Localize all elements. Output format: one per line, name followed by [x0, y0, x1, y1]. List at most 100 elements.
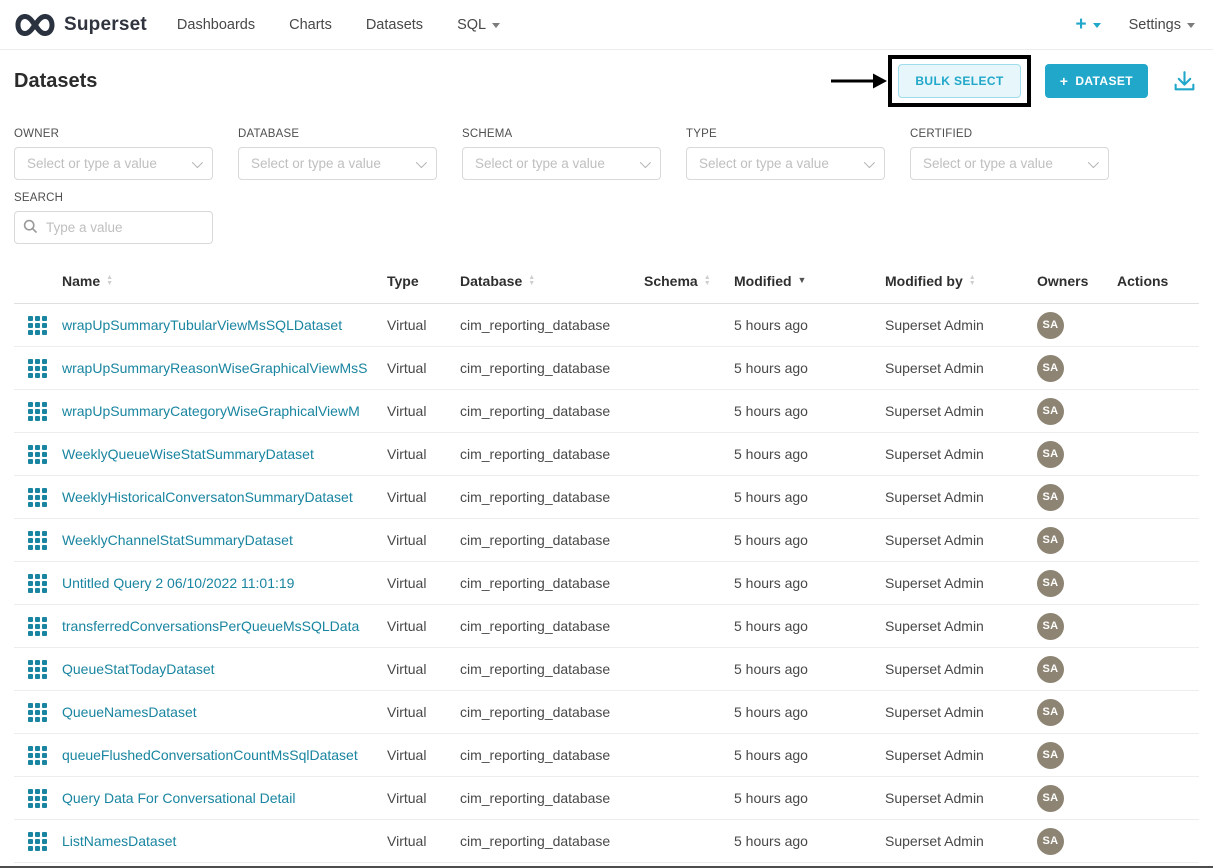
modified-by-cell: Superset Admin	[885, 489, 1037, 505]
filter-select-schema[interactable]: Select or type a value	[462, 147, 661, 180]
owner-avatar: SA	[1037, 527, 1064, 554]
dataset-name-link[interactable]: WeeklyHistoricalConversatonSummaryDatase…	[62, 489, 387, 505]
nav-item-datasets[interactable]: Datasets	[366, 17, 423, 33]
modified-cell: 5 hours ago	[734, 790, 885, 806]
sort-icon: ▲▼	[106, 275, 113, 287]
dataset-name-link[interactable]: queueFlushedConversationCountMsSqlDatase…	[62, 747, 387, 763]
col-header-label: Schema	[644, 273, 698, 289]
dataset-grid-icon	[14, 316, 62, 335]
modified-by-cell: Superset Admin	[885, 403, 1037, 419]
modified-by-cell: Superset Admin	[885, 704, 1037, 720]
sort-icon: ▲▼	[528, 275, 535, 287]
dataset-name-link[interactable]: WeeklyQueueWiseStatSummaryDataset	[62, 446, 387, 462]
chevron-down-icon	[416, 156, 427, 167]
superset-logo[interactable]: Superset	[14, 12, 147, 38]
modified-by-cell: Superset Admin	[885, 575, 1037, 591]
nav-item-dashboards[interactable]: Dashboards	[177, 17, 255, 33]
dataset-grid-icon	[14, 617, 62, 636]
datasets-table: Name▲▼Type Database▲▼Schema ▲▼ Modified▼Mod…	[14, 258, 1199, 863]
dataset-name-link[interactable]: wrapUpSummaryTubularViewMsSQLDataset	[62, 317, 387, 333]
database-cell: cim_reporting_database	[460, 575, 644, 591]
settings-menu-button[interactable]: Settings	[1129, 17, 1195, 33]
dataset-grid-icon	[14, 531, 62, 550]
dataset-grid-icon	[14, 789, 62, 808]
dataset-name-link[interactable]: transferredConversationsPerQueueMsSQLDat…	[62, 618, 387, 634]
database-cell: cim_reporting_database	[460, 403, 644, 419]
type-cell: Virtual	[387, 360, 460, 376]
table-row: transferredConversationsPerQueueMsSQLDat…	[14, 605, 1199, 648]
sort-icon: ▲▼	[704, 275, 711, 287]
filter-select-owner[interactable]: Select or type a value	[14, 147, 213, 180]
dataset-name-link[interactable]: QueueStatTodayDataset	[62, 661, 387, 677]
export-datasets-button[interactable]	[1172, 69, 1197, 94]
modified-by-cell: Superset Admin	[885, 618, 1037, 634]
table-row: QueueStatTodayDatasetVirtualcim_reportin…	[14, 648, 1199, 691]
name-cell: Untitled Query 2 06/10/2022 11:01:19	[62, 575, 387, 591]
col-header-name[interactable]: Name▲▼	[62, 273, 387, 289]
col-header-label: Type	[387, 273, 419, 289]
database-cell: cim_reporting_database	[460, 532, 644, 548]
owners-cell: SA	[1037, 570, 1117, 597]
chevron-down-icon	[1187, 23, 1195, 28]
filter-label: DATABASE	[238, 128, 437, 140]
owners-cell: SA	[1037, 484, 1117, 511]
table-row: wrapUpSummaryCategoryWiseGraphicalViewMV…	[14, 390, 1199, 433]
database-cell: cim_reporting_database	[460, 618, 644, 634]
dataset-name-link[interactable]: wrapUpSummaryCategoryWiseGraphicalViewM	[62, 403, 387, 419]
search-input[interactable]	[14, 211, 213, 244]
name-cell: wrapUpSummaryCategoryWiseGraphicalViewM	[62, 403, 387, 419]
new-menu-button[interactable]: +	[1075, 14, 1100, 36]
owner-avatar: SA	[1037, 656, 1064, 683]
select-placeholder: Select or type a value	[475, 156, 605, 171]
filter-select-database[interactable]: Select or type a value	[238, 147, 437, 180]
dataset-name-link[interactable]: QueueNamesDataset	[62, 704, 387, 720]
type-cell: Virtual	[387, 747, 460, 763]
owners-cell: SA	[1037, 699, 1117, 726]
owner-avatar: SA	[1037, 828, 1064, 855]
modified-cell: 5 hours ago	[734, 833, 885, 849]
filter-select-certified[interactable]: Select or type a value	[910, 147, 1109, 180]
filter-select-type[interactable]: Select or type a value	[686, 147, 885, 180]
dataset-grid-icon	[14, 832, 62, 851]
name-cell: WeeklyChannelStatSummaryDataset	[62, 532, 387, 548]
nav-item-label: Datasets	[366, 17, 423, 33]
col-header-modified-by[interactable]: Modified by▲▼	[885, 273, 1037, 289]
owner-avatar: SA	[1037, 398, 1064, 425]
dataset-name-link[interactable]: WeeklyChannelStatSummaryDataset	[62, 532, 387, 548]
col-header-modified[interactable]: Modified▼	[734, 273, 885, 289]
modified-by-cell: Superset Admin	[885, 747, 1037, 763]
modified-cell: 5 hours ago	[734, 403, 885, 419]
nav-item-charts[interactable]: Charts	[289, 17, 332, 33]
filter-owner: OWNERSelect or type a value	[14, 116, 213, 180]
database-cell: cim_reporting_database	[460, 489, 644, 505]
col-header-schema[interactable]: Schema ▲▼	[644, 273, 734, 289]
filters-section: OWNERSelect or type a value DATABASE Selec…	[0, 110, 1213, 244]
database-cell: cim_reporting_database	[460, 790, 644, 806]
dataset-name-link[interactable]: Query Data For Conversational Detail	[62, 790, 387, 806]
name-cell: QueueStatTodayDataset	[62, 661, 387, 677]
col-header-actions: Actions	[1117, 273, 1199, 289]
database-cell: cim_reporting_database	[460, 317, 644, 333]
type-cell: Virtual	[387, 790, 460, 806]
dataset-name-link[interactable]: ListNamesDataset	[62, 833, 387, 849]
table-row: WeeklyHistoricalConversatonSummaryDatase…	[14, 476, 1199, 519]
nav-item-sql[interactable]: SQL	[457, 17, 500, 33]
name-cell: QueueNamesDataset	[62, 704, 387, 720]
select-placeholder: Select or type a value	[699, 156, 829, 171]
owner-avatar: SA	[1037, 785, 1064, 812]
dataset-name-link[interactable]: wrapUpSummaryReasonWiseGraphicalViewMsS	[62, 360, 387, 376]
modified-cell: 5 hours ago	[734, 747, 885, 763]
nav-item-label: Dashboards	[177, 17, 255, 33]
col-header-database[interactable]: Database▲▼	[460, 273, 644, 289]
owners-cell: SA	[1037, 785, 1117, 812]
modified-cell: 5 hours ago	[734, 489, 885, 505]
bulk-select-button[interactable]: BULK SELECT	[898, 64, 1020, 98]
plus-icon: +	[1060, 76, 1069, 86]
add-dataset-button[interactable]: + DATASET	[1045, 64, 1148, 98]
filter-type: TYPESelect or type a value	[686, 116, 885, 180]
dataset-name-link[interactable]: Untitled Query 2 06/10/2022 11:01:19	[62, 575, 387, 591]
chevron-down-icon	[864, 156, 875, 167]
navbar: Superset Dashboards Charts Datasets SQL + S…	[0, 0, 1213, 50]
type-cell: Virtual	[387, 317, 460, 333]
dataset-grid-icon	[14, 488, 62, 507]
